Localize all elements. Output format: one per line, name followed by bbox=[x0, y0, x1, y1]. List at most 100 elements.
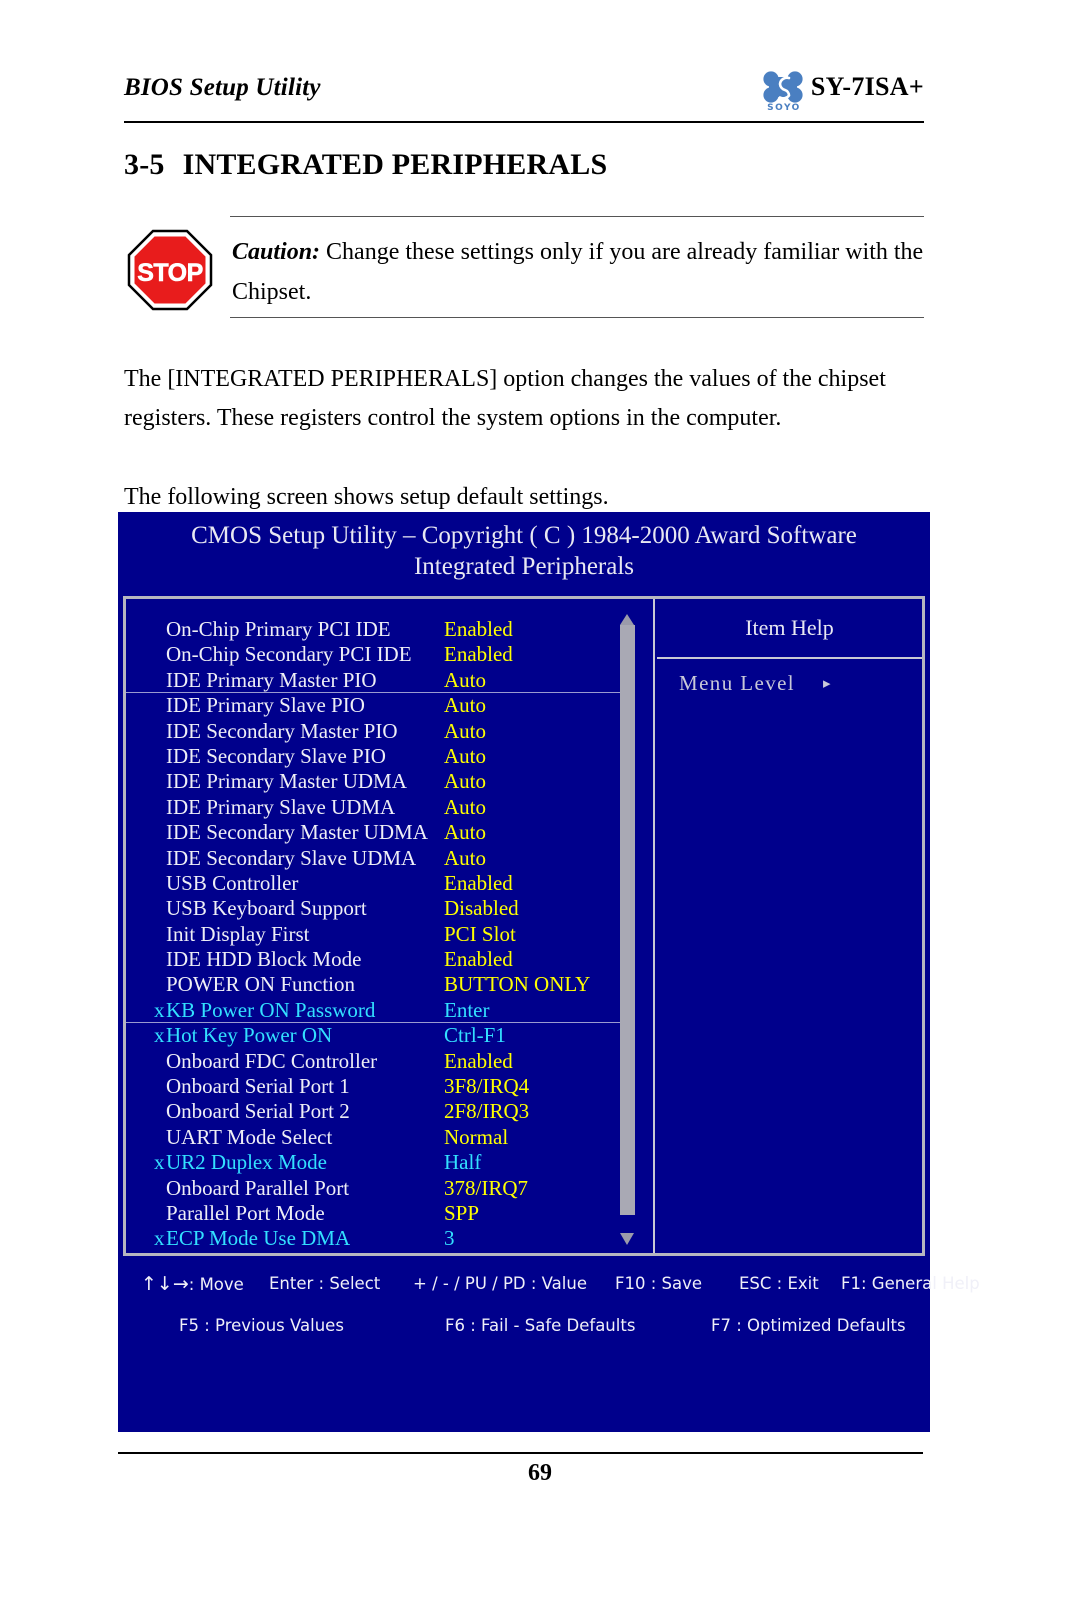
key-legend-item: F7 : Optimized Defaults bbox=[711, 1316, 906, 1335]
key-legend-label: ESC : Exit bbox=[739, 1274, 819, 1293]
key-legend-item: F6 : Fail - Safe Defaults bbox=[445, 1316, 636, 1335]
setting-value[interactable]: Enabled bbox=[444, 871, 513, 896]
bios-setting-row[interactable]: IDE Secondary Slave UDMA Auto bbox=[126, 845, 653, 871]
bios-setting-row[interactable]: IDE Primary Master UDMA Auto bbox=[126, 769, 653, 794]
setting-label: Onboard Parallel Port bbox=[166, 1175, 350, 1200]
bios-setting-row[interactable]: UART Mode Select Normal bbox=[126, 1124, 653, 1150]
setting-value[interactable]: Auto bbox=[444, 795, 486, 820]
setting-value[interactable]: 3 bbox=[444, 1226, 455, 1251]
bios-setting-row[interactable]: x ECP Mode Use DMA 3 bbox=[126, 1226, 653, 1251]
setting-value[interactable]: Ctrl-F1 bbox=[444, 1023, 506, 1048]
bios-setting-row[interactable]: x Hot Key Power ON Ctrl-F1 bbox=[126, 1023, 653, 1048]
bios-setting-row[interactable]: USB Keyboard Support Disabled bbox=[126, 896, 653, 921]
bios-setting-row[interactable]: Onboard Serial Port 2 2F8/IRQ3 bbox=[126, 1099, 653, 1124]
setting-label: KB Power ON Password bbox=[166, 997, 376, 1022]
chevron-right-icon: ▸ bbox=[823, 676, 832, 692]
setting-label: IDE Secondary Slave PIO bbox=[166, 743, 386, 768]
bios-setting-row[interactable]: x UR2 Duplex Mode Half bbox=[126, 1150, 653, 1175]
setting-value[interactable]: Half bbox=[444, 1150, 481, 1175]
scrollbar-track[interactable] bbox=[619, 611, 636, 1245]
bios-setting-row[interactable]: Parallel Port Mode SPP bbox=[126, 1201, 653, 1226]
key-legend-label: + / - / PU / PD : Value bbox=[413, 1274, 587, 1293]
page-title: 3-5 INTEGRATED PERIPHERALS bbox=[124, 148, 607, 182]
setting-value[interactable]: Disabled bbox=[444, 896, 519, 921]
bios-setting-row[interactable]: On-Chip Primary PCI IDE Enabled bbox=[126, 617, 653, 642]
bios-setting-row[interactable]: Onboard Serial Port 1 3F8/IRQ4 bbox=[126, 1074, 653, 1099]
setting-label: ECP Mode Use DMA bbox=[166, 1226, 351, 1251]
setting-label: UR2 Duplex Mode bbox=[166, 1150, 327, 1175]
setting-value[interactable]: 201 bbox=[444, 1252, 476, 1253]
setting-label: IDE HDD Block Mode bbox=[166, 947, 362, 972]
bios-setting-row[interactable]: Onboard FDC Controller Enabled bbox=[126, 1048, 653, 1074]
manual-page: BIOS Setup Utility SOYO SY-7ISA+ 3-5 INTE… bbox=[0, 0, 1080, 1618]
bios-screen: CMOS Setup Utility – Copyright ( C ) 198… bbox=[118, 512, 980, 1432]
setting-label: IDE Primary Master UDMA bbox=[166, 769, 407, 794]
key-legend-label: : Move bbox=[188, 1275, 244, 1294]
setting-value[interactable]: PCI Slot bbox=[444, 922, 516, 947]
setting-label: IDE Primary Slave UDMA bbox=[166, 794, 396, 819]
bios-setting-row[interactable]: IDE Secondary Slave PIO Auto bbox=[126, 743, 653, 769]
bios-setting-row[interactable]: x KB Power ON Password Enter bbox=[126, 997, 653, 1024]
bios-setting-row[interactable]: IDE Secondary Master UDMA Auto bbox=[126, 820, 653, 845]
setting-value[interactable]: Auto bbox=[444, 693, 486, 718]
soyo-logo: SOYO bbox=[756, 70, 812, 120]
disabled-marker: x bbox=[154, 1150, 165, 1175]
bios-setting-row[interactable]: On-Chip Secondary PCI IDE Enabled bbox=[126, 642, 653, 667]
setting-label: UART Mode Select bbox=[166, 1124, 333, 1149]
menu-level-row: Menu Level ▸ bbox=[679, 671, 832, 696]
disabled-marker: x bbox=[154, 997, 165, 1022]
setting-label: IDE Secondary Slave UDMA bbox=[166, 845, 417, 870]
setting-value[interactable]: Enabled bbox=[444, 947, 513, 972]
header-title: BIOS Setup Utility bbox=[124, 74, 321, 101]
scroll-up-arrow-icon[interactable] bbox=[620, 614, 634, 625]
disabled-marker: x bbox=[154, 1226, 165, 1251]
setting-value[interactable]: Enabled bbox=[444, 1049, 513, 1074]
setting-value[interactable]: Auto bbox=[444, 719, 486, 744]
menu-level-label: Menu Level bbox=[679, 671, 796, 695]
bios-setting-row[interactable]: IDE HDD Block Mode Enabled bbox=[126, 947, 653, 972]
bios-setting-row[interactable]: Game Port Address 201 bbox=[126, 1252, 653, 1253]
header-rule bbox=[124, 121, 924, 123]
scrollbar-thumb[interactable] bbox=[620, 625, 635, 1215]
setting-value[interactable]: Enter bbox=[444, 998, 489, 1023]
setting-label: On-Chip Primary PCI IDE bbox=[166, 617, 391, 641]
bios-content-frame: On-Chip Primary PCI IDE Enabled On-Chip Se… bbox=[123, 596, 925, 1256]
stop-sign-icon: STOP bbox=[127, 229, 213, 311]
bios-setting-row[interactable]: POWER ON Function BUTTON ONLY bbox=[126, 972, 653, 997]
setting-value[interactable]: Auto bbox=[444, 820, 486, 845]
caution-rule-top bbox=[230, 216, 924, 217]
setting-value[interactable]: Normal bbox=[444, 1125, 508, 1150]
key-legend-item: F1: General Help bbox=[841, 1264, 980, 1304]
setting-label: Hot Key Power ON bbox=[166, 1023, 333, 1048]
bios-setting-row[interactable]: IDE Secondary Master PIO Auto bbox=[126, 719, 653, 744]
bios-setting-row[interactable]: Onboard Parallel Port 378/IRQ7 bbox=[126, 1175, 653, 1201]
setting-label: Onboard FDC Controller bbox=[166, 1048, 378, 1073]
bios-setting-row[interactable]: IDE Primary Slave PIO Auto bbox=[126, 693, 653, 718]
bios-setting-row[interactable]: USB Controller Enabled bbox=[126, 870, 653, 896]
setting-value[interactable]: Auto bbox=[444, 846, 486, 871]
bios-setting-row[interactable]: Init Display First PCI Slot bbox=[126, 922, 653, 947]
setting-value[interactable]: Auto bbox=[444, 769, 486, 794]
settings-scrollbar[interactable] bbox=[619, 611, 636, 1245]
setting-value[interactable]: 3F8/IRQ4 bbox=[444, 1074, 529, 1099]
setting-value[interactable]: Enabled bbox=[444, 642, 513, 667]
bios-setting-row[interactable]: IDE Primary Slave UDMA Auto bbox=[126, 794, 653, 820]
key-legend-label: Enter : Select bbox=[269, 1274, 381, 1293]
key-legend-item: ESC : Exit bbox=[739, 1264, 819, 1304]
setting-value[interactable]: Auto bbox=[444, 668, 486, 693]
caution-body: Change these settings only if you are al… bbox=[232, 239, 924, 305]
disabled-marker: x bbox=[154, 1023, 165, 1048]
key-legend-row-1: ↑↓→: Move Enter : Select + / - / PU / PD :… bbox=[123, 1264, 980, 1304]
setting-value[interactable]: 2F8/IRQ3 bbox=[444, 1099, 529, 1124]
scroll-down-arrow-icon[interactable] bbox=[620, 1233, 634, 1245]
setting-value[interactable]: Auto bbox=[444, 744, 486, 769]
setting-value[interactable]: SPP bbox=[444, 1201, 479, 1226]
setting-label: USB Controller bbox=[166, 870, 299, 895]
setting-value[interactable]: Enabled bbox=[444, 617, 513, 642]
item-help-pane: Item Help Menu Level ▸ bbox=[657, 599, 922, 1253]
setting-label: Game Port Address bbox=[166, 1252, 329, 1253]
caution-rule-bottom bbox=[230, 317, 924, 318]
setting-value[interactable]: 378/IRQ7 bbox=[444, 1176, 528, 1201]
bios-setting-row[interactable]: IDE Primary Master PIO Auto bbox=[126, 668, 653, 694]
setting-value[interactable]: BUTTON ONLY bbox=[444, 972, 590, 997]
